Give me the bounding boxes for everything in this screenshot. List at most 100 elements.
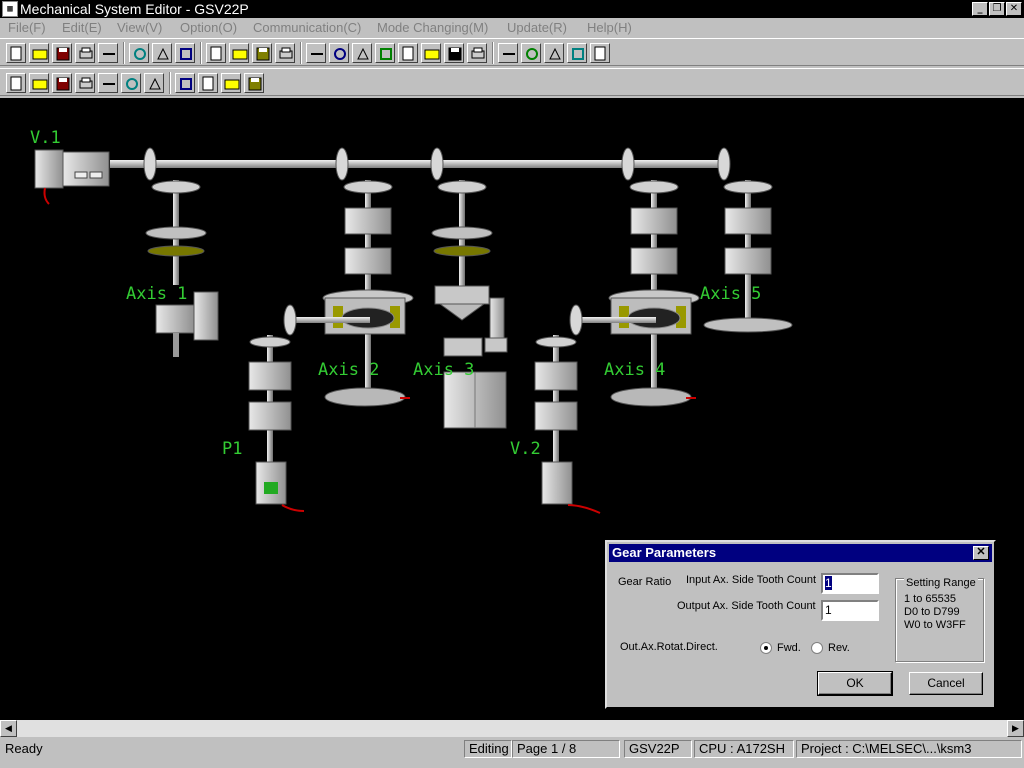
scroll-right-arrow-icon[interactable]: ▶ (1007, 720, 1024, 737)
print-icon (103, 53, 115, 55)
horizontal-scrollbar[interactable]: ◀ ▶ (0, 720, 1024, 737)
menu-help[interactable]: Help(H) (587, 20, 632, 36)
axis-5-mechanism (703, 180, 793, 333)
graph-icon[interactable] (198, 73, 218, 93)
restore-button[interactable]: ❐ (989, 2, 1005, 16)
axis-3-mechanism (431, 180, 508, 429)
main-toolbar (0, 38, 1024, 66)
v2-servo-branch (534, 304, 656, 514)
display-icon[interactable] (121, 73, 141, 93)
menu-communication[interactable]: Communication(C) (253, 20, 361, 36)
range-line-2: D0 to D799 (904, 606, 960, 618)
window-icon[interactable] (98, 73, 118, 93)
fwd-label[interactable]: Fwd. (777, 642, 801, 654)
drive-shaft-icon[interactable] (206, 43, 226, 63)
line-icon[interactable] (306, 43, 326, 63)
list-icon[interactable] (52, 73, 72, 93)
scroll-right-icon[interactable] (590, 43, 610, 63)
toolbar-separator (300, 42, 302, 64)
virtual-servo-motor-v1 (34, 149, 110, 205)
toolbar-separator (169, 72, 171, 94)
status-project: Project : C:\MELSEC\...\ksm3 (796, 740, 1022, 758)
speed-change-icon (279, 47, 293, 59)
graph-icon (202, 76, 214, 91)
ok-button[interactable]: OK (817, 671, 893, 696)
roller-icon[interactable] (444, 43, 464, 63)
setting-range-group: Setting Range 1 to 65535 D0 to D799 W0 t… (895, 577, 984, 662)
paste-icon[interactable] (175, 43, 195, 63)
rev-radio[interactable] (811, 642, 823, 654)
fwd-radio[interactable] (760, 642, 772, 654)
help-icon[interactable] (144, 73, 164, 93)
save-icon[interactable] (52, 43, 72, 63)
grid-icon[interactable] (567, 43, 587, 63)
print-icon[interactable] (98, 43, 118, 63)
label-axis-3: Axis 3 (413, 360, 475, 380)
display-icon (126, 78, 138, 90)
label-axis-1: Axis 1 (126, 284, 188, 304)
cancel-button[interactable]: Cancel (909, 672, 983, 695)
menu-view[interactable]: View(V) (117, 20, 162, 36)
clutch-icon[interactable] (252, 43, 272, 63)
scroll-left-arrow-icon[interactable]: ◀ (0, 720, 17, 737)
monitor-icon[interactable] (75, 73, 95, 93)
menu-option[interactable]: Option(O) (180, 20, 237, 36)
test-icon[interactable] (175, 73, 195, 93)
print-preview-icon (79, 47, 93, 59)
gear-icon (232, 49, 248, 60)
project-icon (10, 76, 22, 91)
window-title: Mechanical System Editor - GSV22P (20, 1, 249, 17)
menu-update[interactable]: Update(R) (507, 20, 567, 36)
transmission-icon[interactable] (421, 43, 441, 63)
differential-icon (402, 46, 414, 61)
gear-parameters-dialog: Gear Parameters ✕ Gear Ratio Input Ax. S… (605, 540, 996, 709)
menu-edit[interactable]: Edit(E) (62, 20, 102, 36)
layout-icon[interactable] (244, 73, 264, 93)
input-tooth-count-value: 1 (825, 576, 832, 590)
label-axis-2: Axis 2 (318, 360, 380, 380)
print-preview-icon[interactable] (75, 43, 95, 63)
menu-mode-changing[interactable]: Mode Changing(M) (377, 20, 488, 36)
status-page: Page 1 / 8 (512, 740, 620, 758)
new-file-icon (10, 46, 22, 61)
output-tooth-count-field[interactable]: 1 (821, 600, 879, 621)
dialog-close-button[interactable]: ✕ (973, 546, 989, 560)
ball-screw-icon[interactable] (467, 43, 487, 63)
status-ready: Ready (5, 741, 43, 756)
scroll-left-icon[interactable] (544, 43, 564, 63)
menu-file[interactable]: File(F) (8, 20, 46, 36)
window-controls: _ ❐ ✕ (971, 2, 1022, 16)
rev-label[interactable]: Rev. (828, 642, 850, 654)
speed-change-icon[interactable] (275, 43, 295, 63)
connect-icon (357, 47, 369, 60)
cam-icon[interactable] (521, 43, 541, 63)
table-icon[interactable] (221, 73, 241, 93)
rotary-table-icon[interactable] (498, 43, 518, 63)
project-icon[interactable] (6, 73, 26, 93)
menu-bar: File(F) Edit(E) View(V) Option(O) Commun… (0, 18, 1024, 38)
roller-icon (448, 47, 462, 61)
new-file-icon[interactable] (6, 43, 26, 63)
input-tooth-count-field[interactable]: 1 (821, 573, 879, 594)
title-bar: ▦ Mechanical System Editor - GSV22P _ ❐ … (0, 0, 1024, 18)
help-icon (149, 77, 161, 90)
virtual-axis-icon[interactable] (375, 43, 395, 63)
output-tooth-count-value: 1 (825, 603, 832, 617)
copy-icon (157, 47, 169, 60)
parameter-icon[interactable] (29, 73, 49, 93)
gear-icon[interactable] (229, 43, 249, 63)
copy-icon[interactable] (152, 43, 172, 63)
close-button[interactable]: ✕ (1006, 2, 1022, 16)
app-icon[interactable]: ▦ (2, 1, 18, 17)
dialog-title-bar[interactable]: Gear Parameters ✕ (609, 544, 992, 562)
connect-icon[interactable] (352, 43, 372, 63)
branch-icon[interactable] (329, 43, 349, 63)
cut-icon[interactable] (129, 43, 149, 63)
differential-icon[interactable] (398, 43, 418, 63)
cut-icon (134, 48, 146, 60)
line-icon (311, 53, 323, 55)
grid-icon (572, 48, 584, 60)
minimize-button[interactable]: _ (972, 2, 988, 16)
open-folder-icon[interactable] (29, 43, 49, 63)
output-tooth-count-label: Output Ax. Side Tooth Count (677, 600, 816, 612)
